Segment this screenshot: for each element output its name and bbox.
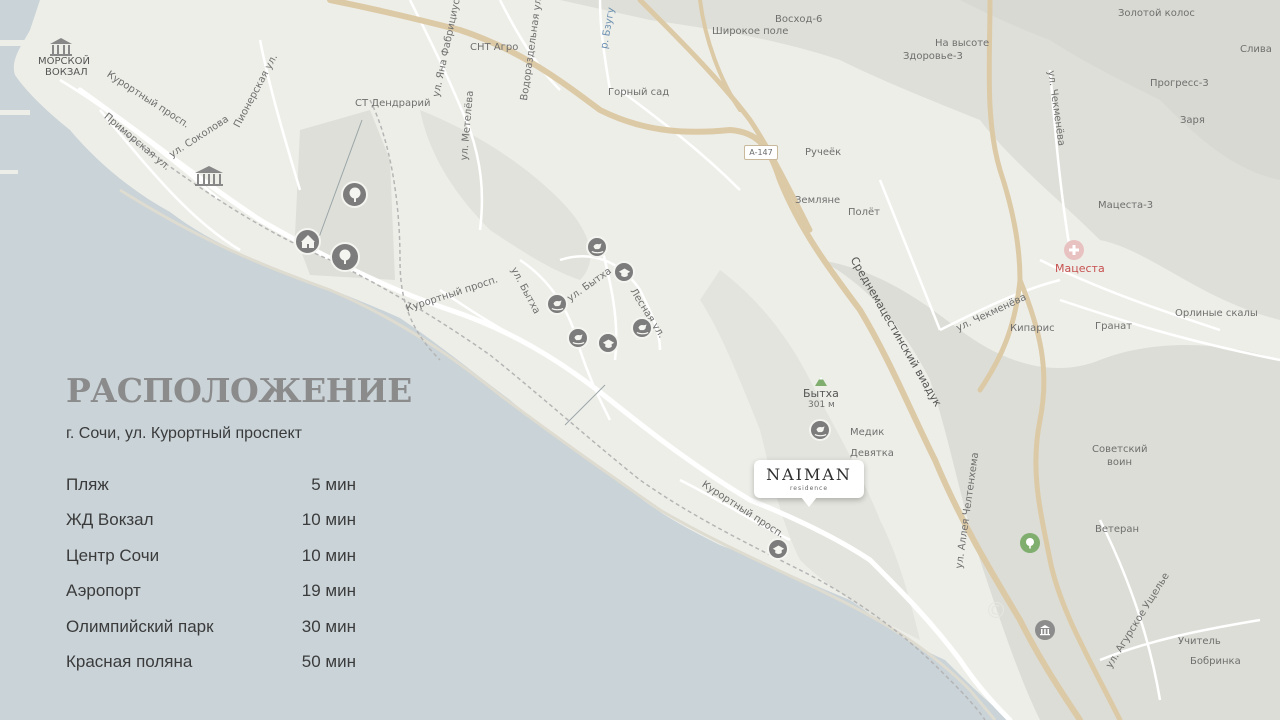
map-label: Горный сад: [608, 87, 670, 98]
travel-times-list: Пляж 5 мин ЖД Вокзал 10 мин Центр Сочи 1…: [66, 467, 356, 680]
museum-icon: [48, 37, 74, 61]
rocking-horse-icon[interactable]: [809, 419, 831, 441]
map-label: Учитель: [1178, 636, 1221, 647]
map-label: ВОКЗАЛ: [45, 67, 88, 78]
map-label: 301 м: [808, 400, 835, 410]
rocking-horse-icon[interactable]: [631, 317, 653, 339]
destination-name: ЖД Вокзал: [66, 510, 154, 530]
map-label: СТ Дендрарий: [355, 98, 431, 109]
travel-time: 10 мин: [301, 545, 356, 565]
map-label: Прогресс-3: [1150, 78, 1209, 89]
travel-time-row: Центр Сочи 10 мин: [66, 538, 356, 574]
brand-name: NAIMAN: [766, 465, 852, 484]
page-title: РАСПОЛОЖЕНИЕ: [66, 371, 412, 410]
map-label: Слива: [1240, 44, 1272, 55]
rocking-horse-icon[interactable]: [546, 293, 568, 315]
museum-icon: [193, 165, 225, 191]
tree-icon[interactable]: [1020, 533, 1040, 553]
map-label: Бобринка: [1190, 656, 1241, 667]
museum-icon[interactable]: [1035, 620, 1055, 640]
mountain-peak-icon: [814, 372, 828, 391]
map-label: Полёт: [848, 207, 881, 218]
travel-time: 30 мин: [301, 616, 356, 636]
travel-time-row: Аэропорт 19 мин: [66, 574, 356, 610]
destination-name: Олимпийский парк: [66, 616, 214, 636]
travel-time-row: ЖД Вокзал 10 мин: [66, 503, 356, 539]
map-label: Восход-6: [775, 14, 823, 25]
map-label: Широкое поле: [712, 26, 789, 37]
destination-name: Аэропорт: [66, 581, 141, 601]
map-label: Гранат: [1095, 321, 1133, 332]
travel-time-row: Олимпийский парк 30 мин: [66, 609, 356, 645]
map-label: Мацеста-3: [1098, 200, 1154, 211]
circus-icon[interactable]: [294, 228, 321, 255]
map-label: СНТ Агро: [470, 42, 519, 53]
road-shield: A-147: [744, 145, 778, 160]
map-label: воин: [1107, 457, 1133, 468]
graduation-cap-icon[interactable]: [613, 261, 635, 283]
travel-time-row: Пляж 5 мин: [66, 467, 356, 503]
address-text: г. Сочи, ул. Курортный проспект: [66, 425, 302, 442]
map-label: Медик: [850, 427, 885, 438]
map-label: Ветеран: [1095, 524, 1140, 535]
map-label: Ручеёк: [805, 147, 842, 158]
map-label: Мацеста: [1055, 262, 1105, 275]
location-panel: РАСПОЛОЖЕНИЕ г. Сочи, ул. Курортный прос…: [66, 371, 412, 680]
brand-subtitle: residence: [789, 485, 829, 492]
map-label: Заря: [1180, 115, 1205, 126]
rocking-horse-icon[interactable]: [586, 236, 608, 258]
map-watermark: ©: [985, 599, 1007, 624]
travel-time: 10 мин: [301, 510, 356, 530]
travel-time-row: Красная поляна 50 мин: [66, 645, 356, 681]
graduation-cap-icon[interactable]: [767, 538, 789, 560]
tree-icon[interactable]: [341, 181, 368, 208]
tree-icon[interactable]: [330, 242, 360, 272]
rocking-horse-icon[interactable]: [567, 327, 589, 349]
map-label: Девятка: [850, 448, 894, 459]
travel-time: 5 мин: [311, 474, 356, 494]
map-label: Золотой колос: [1118, 8, 1195, 19]
travel-time: 19 мин: [301, 581, 356, 601]
travel-time: 50 мин: [301, 652, 356, 672]
map-label: Здоровье-3: [903, 51, 963, 62]
map-label: Кипарис: [1010, 323, 1055, 334]
destination-name: Пляж: [66, 474, 109, 494]
destination-name: Красная поляна: [66, 652, 193, 672]
map-label: Орлиные скалы: [1175, 308, 1258, 319]
medical-cross-icon[interactable]: [1064, 240, 1084, 260]
project-marker[interactable]: NAIMAN residence: [754, 460, 864, 507]
graduation-cap-icon[interactable]: [597, 332, 619, 354]
map-label: Земляне: [795, 195, 841, 206]
destination-name: Центр Сочи: [66, 545, 160, 565]
map-label: Советский: [1092, 444, 1148, 455]
map-label: На высоте: [935, 38, 990, 49]
